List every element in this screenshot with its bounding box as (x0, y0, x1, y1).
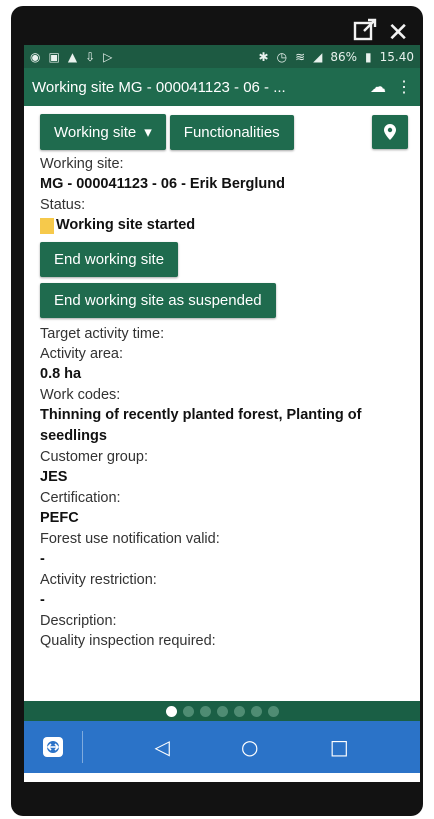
home-icon[interactable]: ○ (241, 735, 258, 759)
page-dot[interactable] (233, 705, 245, 717)
chevron-down-icon: ▾ (144, 124, 152, 141)
teamviewer-icon (43, 737, 63, 757)
end-suspended-button[interactable]: End working site as suspended (40, 283, 276, 318)
alarm-icon: ◷ (276, 49, 288, 64)
bluetooth-icon: ✱ (258, 49, 269, 64)
recents-icon[interactable]: □ (330, 735, 349, 759)
status-label: Status: (40, 197, 86, 213)
location-button[interactable] (372, 115, 408, 149)
app-bar: Working site MG - 000041123 - 06 - ... ☁… (24, 68, 420, 106)
working-site-dropdown[interactable]: Working site ▾ (40, 114, 166, 150)
page-title: Working site MG - 000041123 - 06 - ... (32, 78, 286, 96)
status-color-indicator (40, 217, 54, 234)
android-nav-bar: ◁ ○ □ (24, 721, 420, 773)
back-icon[interactable]: ◁ (154, 735, 169, 759)
working-site-dropdown-label: Working site (54, 123, 137, 141)
page-dot[interactable] (182, 705, 194, 717)
functionalities-button[interactable]: Functionalities (169, 114, 294, 150)
page-dot[interactable] (165, 705, 177, 717)
download-icon: ⇩ (85, 49, 96, 64)
activity-area-label: Activity area: (40, 346, 123, 362)
popout-icon[interactable] (353, 18, 377, 47)
work-codes-value: Thinning of recently planted forest, Pla… (40, 407, 362, 444)
forest-notification-label: Forest use notification valid: (40, 531, 220, 547)
cloud-icon[interactable]: ☁ (370, 77, 386, 97)
forest-notification-value: - (40, 551, 45, 567)
end-working-site-button[interactable]: End working site (40, 242, 179, 277)
play-icon: ▷ (103, 49, 113, 64)
main-content: Working site ▾ Functionalities Working s… (24, 106, 420, 651)
quality-inspection-label: Quality inspection required: (40, 633, 216, 649)
battery-icon: ▮ (365, 49, 372, 64)
customer-group-label: Customer group: (40, 449, 148, 465)
clock: 15.40 (379, 49, 414, 64)
page-dot[interactable] (199, 705, 211, 717)
signal-icon: ◢ (313, 49, 323, 64)
wifi-icon: ≋ (295, 49, 306, 64)
battery-percent: 86% (330, 49, 358, 64)
circle-icon: ◉ (30, 49, 41, 64)
target-time-label: Target activity time: (40, 326, 165, 342)
page-dot[interactable] (216, 705, 228, 717)
customer-group-value: JES (40, 469, 68, 485)
phone-screen: ◉ ▣ ▲ ⇩ ▷ ✱ ◷ ≋ ◢ 86% ▮ 15.40 Working si… (24, 45, 420, 782)
page-indicator (24, 701, 420, 721)
activity-restriction-label: Activity restriction: (40, 572, 157, 588)
location-pin-icon (384, 124, 396, 140)
status-value: Working site started (56, 217, 196, 233)
page-dot[interactable] (250, 705, 262, 717)
activity-area-value: 0.8 ha (40, 366, 82, 382)
working-site-value: MG - 000041123 - 06 - Erik Berglund (40, 176, 285, 192)
teamviewer-button[interactable] (24, 731, 83, 763)
close-icon[interactable]: ✕ (387, 20, 409, 46)
image-icon: ▣ (48, 49, 60, 64)
status-value-row: Working site started (40, 215, 408, 236)
more-options-icon[interactable]: ⋮ (396, 77, 412, 97)
activity-restriction-value: - (40, 592, 45, 608)
page-dot[interactable] (267, 705, 279, 717)
toolbar: Working site ▾ Functionalities (40, 114, 408, 150)
work-codes-label: Work codes: (40, 387, 121, 403)
certification-value: PEFC (40, 510, 79, 526)
certification-label: Certification: (40, 490, 121, 506)
window-controls: ✕ (353, 18, 409, 47)
notification-icon: ▲ (67, 49, 78, 64)
description-label: Description: (40, 613, 117, 629)
working-site-label: Working site: (40, 156, 124, 172)
status-bar: ◉ ▣ ▲ ⇩ ▷ ✱ ◷ ≋ ◢ 86% ▮ 15.40 (24, 45, 420, 68)
